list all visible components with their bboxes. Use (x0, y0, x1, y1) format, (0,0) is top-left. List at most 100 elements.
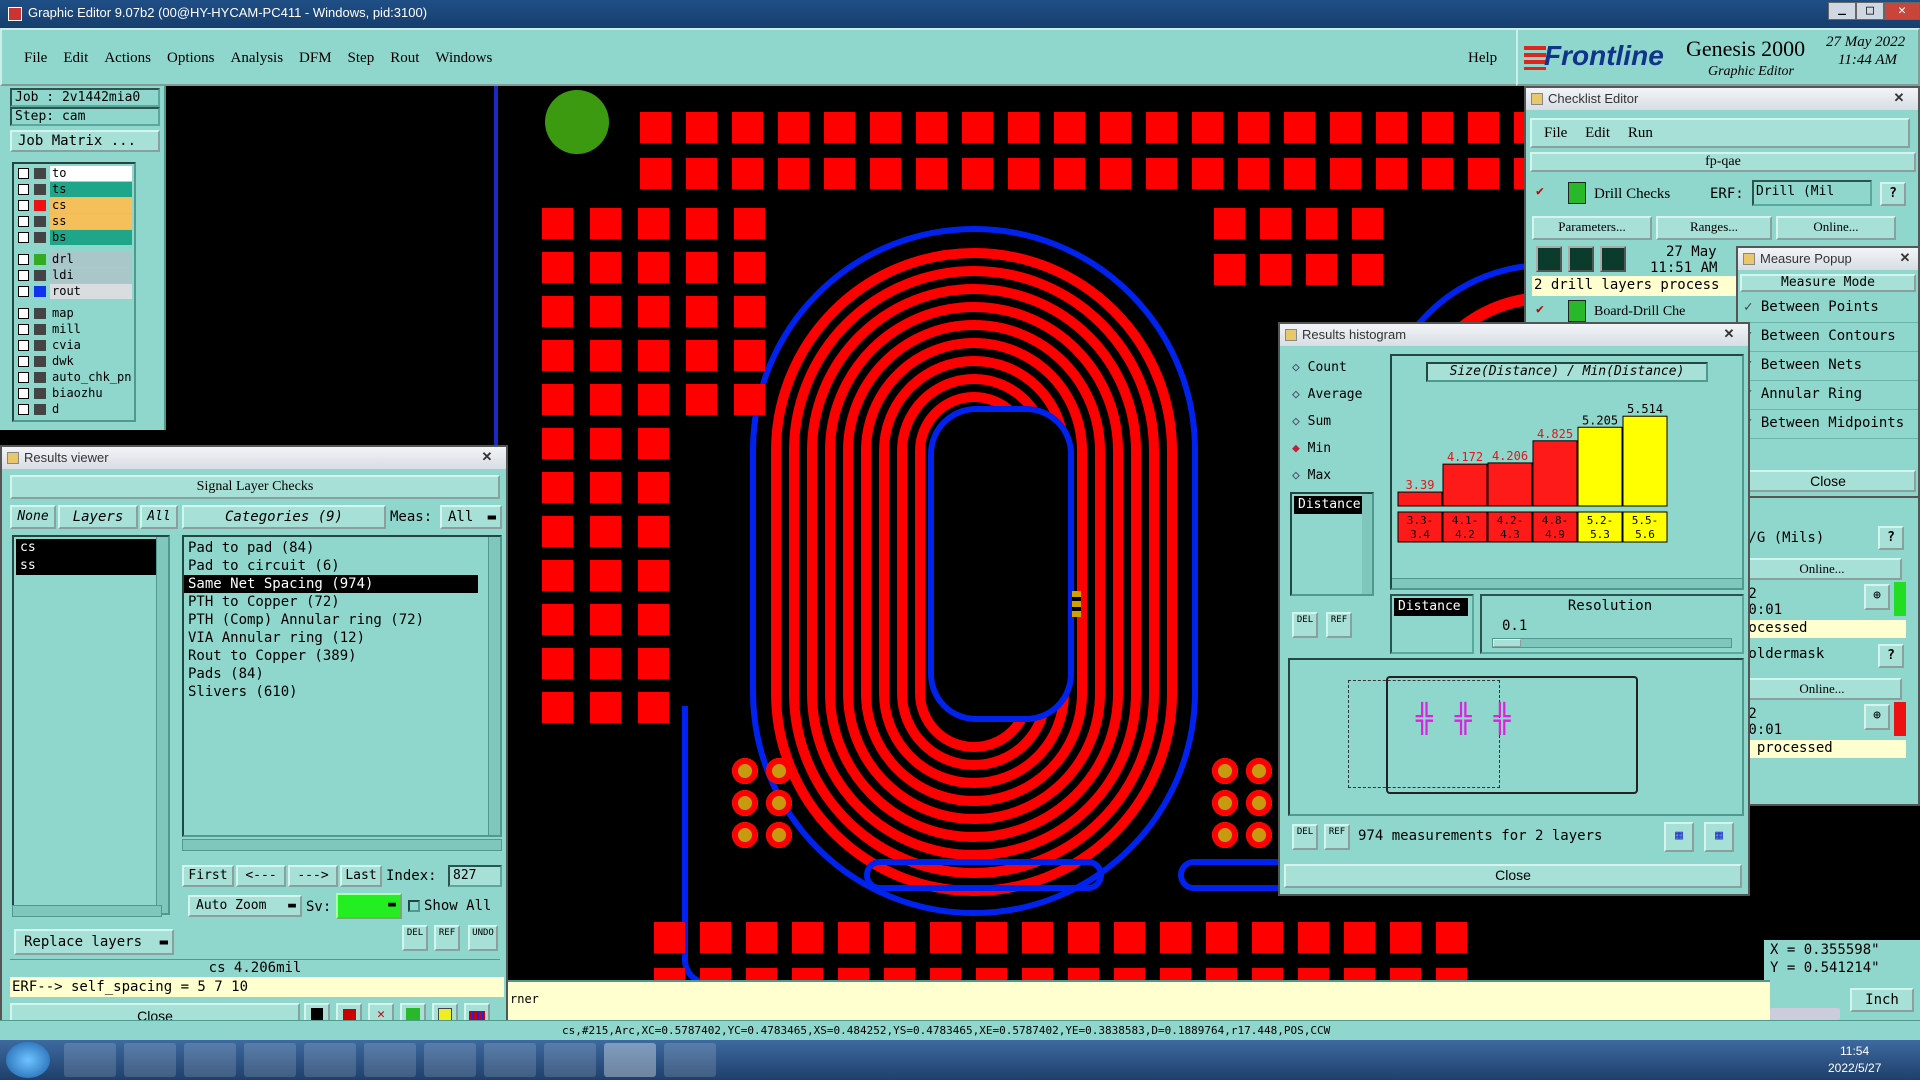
layer-row-d[interactable]: d (16, 402, 132, 417)
first-button[interactable]: First (182, 865, 234, 887)
layer-checkbox[interactable] (18, 270, 29, 281)
categories-list[interactable]: Pad to pad (84) Pad to circuit (6) Same Ne… (182, 535, 502, 837)
measure-option[interactable]: ✓ Annular Ring (1738, 381, 1918, 410)
help-icon[interactable]: ? (1878, 644, 1904, 668)
measure-option[interactable]: ✓ Between Nets (1738, 352, 1918, 381)
status-icon-2[interactable] (1568, 246, 1594, 272)
erf-input[interactable]: Drill (Mil (1752, 180, 1872, 206)
measure-option[interactable]: ✓ Between Midpoints (1738, 410, 1918, 439)
histogram-option-average[interactable]: ◇ Average (1288, 381, 1372, 408)
notepad-icon[interactable] (124, 1043, 176, 1077)
eye-icon[interactable] (544, 1043, 596, 1077)
histogram-option-count[interactable]: ◇ Count (1288, 354, 1372, 381)
layer-row-ss[interactable]: ss (16, 214, 132, 229)
layers-button[interactable]: Layers (58, 505, 138, 529)
all-button[interactable]: All (140, 505, 178, 529)
layer-checkbox[interactable] (18, 232, 29, 243)
last-button[interactable]: Last (340, 865, 382, 887)
menu-help[interactable]: Help (1468, 50, 1497, 67)
histogram-bar[interactable] (1487, 462, 1533, 507)
explorer-icon[interactable] (64, 1043, 116, 1077)
layer-row-rout[interactable]: rout (16, 284, 132, 299)
help-icon[interactable]: ? (1880, 182, 1906, 206)
excel-icon[interactable] (484, 1043, 536, 1077)
checklist-menu-file[interactable]: File (1544, 125, 1567, 141)
undo-button[interactable]: UNDO (468, 925, 498, 951)
minimize-button[interactable]: _ (1828, 2, 1856, 20)
layer-checkbox[interactable] (18, 200, 29, 211)
board-drill-label[interactable]: Board-Drill Che (1594, 304, 1685, 320)
help-icon[interactable]: ? (1878, 526, 1904, 550)
field-selector[interactable]: Distance (1390, 594, 1474, 654)
del-button[interactable]: DEL (402, 925, 428, 951)
chart-hscroll[interactable] (1392, 578, 1742, 588)
histogram-bar[interactable] (1442, 463, 1488, 507)
start-button[interactable] (6, 1042, 50, 1078)
cam-icon[interactable] (664, 1043, 716, 1077)
zoom-icon[interactable]: ⊕ (1864, 584, 1890, 610)
layer-checkbox[interactable] (18, 216, 29, 227)
layer-row-ts[interactable]: ts (16, 182, 132, 197)
export-icon-2[interactable]: ▦ (1704, 822, 1734, 852)
menu-analysis[interactable]: Analysis (231, 50, 284, 67)
menu-options[interactable]: Options (167, 50, 215, 67)
category-item[interactable]: Pads (84) (184, 665, 478, 683)
online-button-2[interactable]: Online... (1742, 558, 1902, 580)
layer-checkbox[interactable] (18, 372, 29, 383)
category-item[interactable]: PTH to Copper (72) (184, 593, 478, 611)
none-button[interactable]: None (10, 505, 56, 529)
check-icon[interactable]: ✔ (1536, 302, 1544, 317)
checklist-menu-edit[interactable]: Edit (1585, 125, 1610, 141)
index-input[interactable]: 827 (448, 865, 502, 887)
maximize-button[interactable]: □ (1856, 2, 1884, 20)
layer-checkbox[interactable] (18, 168, 29, 179)
category-item[interactable]: Same Net Spacing (974) (184, 575, 478, 593)
layer-row-cs[interactable]: cs (16, 198, 132, 213)
word-icon[interactable] (424, 1043, 476, 1077)
ref-button[interactable]: REF (1326, 612, 1352, 638)
x-app-icon[interactable] (604, 1043, 656, 1077)
del-button[interactable]: DEL (1292, 612, 1318, 638)
category-item[interactable]: VIA Annular ring (12) (184, 629, 478, 647)
layer-list-scrollbar[interactable] (156, 537, 168, 913)
category-item[interactable]: Pad to pad (84) (184, 539, 478, 557)
menu-windows[interactable]: Windows (435, 50, 492, 67)
layer-row-cvia[interactable]: cvia (16, 338, 132, 353)
category-item[interactable]: PTH (Comp) Annular ring (72) (184, 611, 478, 629)
measure-option[interactable]: ✓ Between Contours (1738, 323, 1918, 352)
parameters-button[interactable]: Parameters... (1532, 216, 1652, 240)
project-icon[interactable] (364, 1043, 416, 1077)
status-icon-1[interactable] (1536, 246, 1562, 272)
histogram-option-max[interactable]: ◇ Max (1288, 462, 1372, 489)
histogram-option-sum[interactable]: ◇ Sum (1288, 408, 1372, 435)
category-item[interactable]: Pad to circuit (6) (184, 557, 478, 575)
field-distance[interactable]: Distance (1294, 496, 1364, 514)
results-layer-list[interactable]: cs ss (12, 535, 170, 915)
layer-row-to[interactable]: to (16, 166, 132, 181)
layer-checkbox[interactable] (18, 340, 29, 351)
resolution-slider[interactable] (1492, 638, 1732, 648)
layer-checkbox[interactable] (18, 308, 29, 319)
mail-icon[interactable] (184, 1043, 236, 1077)
layer-list-hscroll[interactable] (12, 905, 162, 917)
layer-checkbox[interactable] (18, 356, 29, 367)
layer-row-bs[interactable]: bs (16, 230, 132, 245)
ranges-button[interactable]: Ranges... (1656, 216, 1772, 240)
menu-actions[interactable]: Actions (104, 50, 151, 67)
layer-checkbox[interactable] (18, 286, 29, 297)
drill-checks-label[interactable]: Drill Checks (1594, 186, 1670, 203)
job-matrix-button[interactable]: Job Matrix ... (10, 130, 160, 152)
histogram-option-min[interactable]: ◆ Min (1288, 435, 1372, 462)
keyboard-icon[interactable] (1770, 1008, 1840, 1020)
auto-zoom-dropdown[interactable]: Auto Zoom ▬ (188, 895, 302, 917)
genesis-icon[interactable] (304, 1043, 356, 1077)
menu-edit[interactable]: Edit (63, 50, 88, 67)
show-all-checkbox[interactable] (408, 900, 420, 912)
layer-row-map[interactable]: map (16, 306, 132, 321)
close-button[interactable]: ✕ (1884, 2, 1920, 20)
measure-option[interactable]: ✓ Between Points (1738, 294, 1918, 323)
layer-checkbox[interactable] (18, 324, 29, 335)
histogram-bar[interactable] (1577, 426, 1623, 507)
prev-button[interactable]: <--- (236, 865, 286, 887)
export-icon[interactable]: ▦ (1664, 822, 1694, 852)
